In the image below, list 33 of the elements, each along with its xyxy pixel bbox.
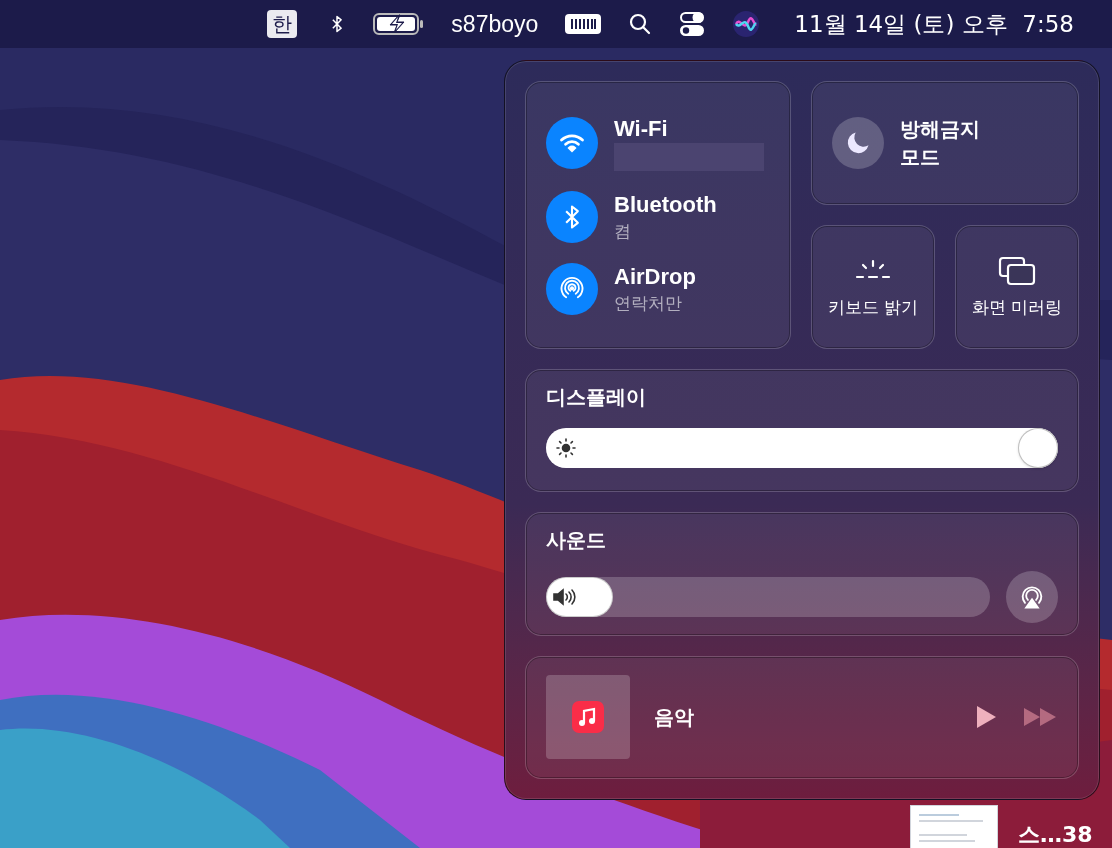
music-app-icon [572,701,604,734]
screens-icon [997,255,1037,287]
toggle-status: 연락처만 [614,292,683,315]
file-thumbnail[interactable] [910,805,998,848]
toggle-button[interactable] [546,117,598,169]
moon-toggle[interactable] [832,117,884,169]
clock[interactable]: 11월 14일 (토) 오후 7:58 [794,6,1074,42]
toggle-title: Bluetooth [614,191,717,219]
search-icon[interactable] [628,12,653,36]
tile-label[interactable]: 화면 미러링 [971,295,1063,319]
keyboard-icon[interactable] [564,12,603,36]
dnd-label: 방해금지 모드 [900,116,981,171]
toggle-button[interactable] [546,263,598,315]
track-title: 음악 [654,704,695,732]
toggles-icon[interactable] [678,10,707,38]
section-title: 사운드 [546,527,607,555]
file-label[interactable]: 스…38 [1018,818,1093,848]
user-name[interactable]: s87boyo [451,6,539,42]
section-title: 디스플레이 [546,384,647,411]
airplay-button[interactable] [1006,571,1058,624]
slider-thumb[interactable] [1018,428,1058,468]
input-source-indicator[interactable]: 한 [267,10,298,38]
tile-label[interactable]: 키보드 밝기 [827,295,919,319]
siri-icon[interactable] [732,10,761,38]
battery-charging-icon[interactable] [373,12,426,36]
toggle-status: 켬 [614,220,632,243]
toggle-title: AirDrop [614,263,696,291]
brightness-slider[interactable] [546,428,1058,468]
toggle-button[interactable] [546,191,598,243]
volume-slider[interactable] [546,577,990,618]
toggle-title: Wi-Fi [614,115,669,143]
speaker-icon [552,587,576,608]
sun-icon [556,438,576,458]
